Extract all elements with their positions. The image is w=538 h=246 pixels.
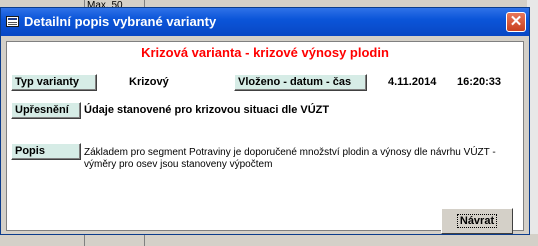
inserted-date-time-button[interactable]: Vloženo - datum - čas: [234, 74, 367, 91]
refinement-button[interactable]: Upřesnění: [11, 102, 81, 119]
variant-heading: Krizová varianta - krizové výnosy plodin: [141, 45, 389, 60]
inserted-date-value: 4.11.2014: [388, 76, 437, 88]
variant-type-button[interactable]: Typ varianty: [11, 74, 97, 91]
background-cell: [85, 234, 145, 246]
background-cell: [0, 234, 85, 246]
close-button[interactable]: ✕: [506, 12, 526, 32]
description-button[interactable]: Popis: [11, 143, 81, 160]
return-button-label: Návrat: [456, 214, 498, 228]
description-value: Základem pro segment Potraviny je doporu…: [84, 147, 496, 170]
form-icon: [6, 16, 19, 27]
detail-panel: Krizová varianta - krizové výnosy plodin…: [6, 41, 524, 231]
variant-detail-dialog: Detailní popis vybrané varianty ✕ Krizov…: [0, 7, 530, 235]
dialog-title: Detailní popis vybrané varianty: [24, 14, 217, 29]
variant-type-value: Krizový: [129, 76, 169, 88]
inserted-time-value: 16:20:33: [457, 76, 502, 88]
background-grid-footer: [0, 234, 538, 246]
refinement-value: Údaje stanovené pro krizovou situaci dle…: [84, 104, 330, 116]
dialog-titlebar[interactable]: Detailní popis vybrané varianty ✕: [1, 8, 529, 36]
return-button[interactable]: Návrat: [441, 208, 513, 234]
